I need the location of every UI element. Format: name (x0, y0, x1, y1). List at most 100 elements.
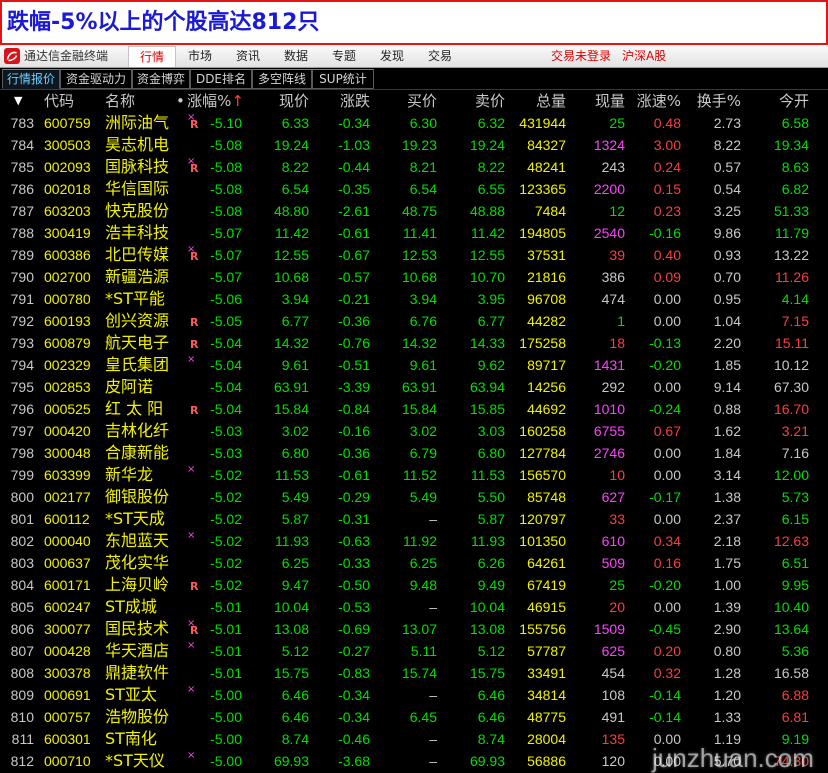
change-percent: -5.08 (210, 203, 242, 219)
stock-code: 600193 (44, 313, 91, 329)
table-row[interactable]: 794 002329 皇氏集团 -5.04 9.61 -0.51 9.61 9.62 89717… (0, 354, 828, 376)
table-row[interactable]: 795 002853 皮阿诺 -5.04 63.91 -3.39 63.91 63.94 142… (0, 376, 828, 398)
row-number: 805 (10, 599, 34, 615)
table-row[interactable]: 805 600247 ST成城 -5.01 10.04 -0.53 – 10.04 46915 2… (0, 596, 828, 618)
table-row[interactable]: 785 002093 国脉科技 -5.08 8.22 -0.44 8.21 8.22 48241… (0, 156, 828, 178)
ask-price: 11.93 (471, 533, 505, 549)
stock-name: 新华龙 (105, 465, 154, 484)
last-price: 6.54 (281, 181, 309, 197)
sort-toggle-icon[interactable]: ▼ (14, 90, 22, 112)
subtab-sup-stats[interactable]: SUP统计 (312, 69, 374, 89)
table-row[interactable]: 806 300077 国民技术 -5.01 13.08 -0.69 13.07 13.08 15… (0, 618, 828, 640)
table-row[interactable]: 792 600193 创兴资源 -5.05 6.77 -0.36 6.76 6.77 44282… (0, 310, 828, 332)
total-volume: 34814 (527, 687, 566, 703)
table-row[interactable]: 791 000780 *ST平能 -5.06 3.94 -0.21 3.94 3.95 9670… (0, 288, 828, 310)
table-row[interactable]: 803 000637 茂化实华 -5.02 6.25 -0.33 6.25 6.26 64261… (0, 552, 828, 574)
row-number: 810 (10, 709, 34, 725)
stock-code: 600879 (44, 335, 91, 351)
column-header-speed[interactable]: 涨速% (626, 90, 681, 112)
open-price: 6.88 (781, 687, 809, 703)
price-change: -3.39 (338, 379, 370, 395)
table-row[interactable]: 810 000757 浩物股份 -5.00 6.46 -0.34 6.45 6.46 48775… (0, 706, 828, 728)
table-row[interactable]: 793 600879 航天电子 -5.04 14.32 -0.76 14.32 14.33 17… (0, 332, 828, 354)
menu-tab-data[interactable]: 数据 (272, 46, 320, 67)
ask-price: 11.42 (471, 225, 505, 241)
table-row[interactable]: 789 600386 北巴传媒 -5.07 12.55 -0.67 12.53 12.55 37… (0, 244, 828, 266)
table-row[interactable]: 801 600112 *ST天成 -5.02 5.87 -0.31 – 5.87 120797 3… (0, 508, 828, 530)
column-header-volume[interactable]: 总量 (508, 90, 566, 112)
turnover-rate: 8.22 (713, 137, 741, 153)
subtab-bull-bear[interactable]: 多空阵线 (252, 69, 312, 89)
table-row[interactable]: 797 000420 吉林化纤 -5.03 3.02 -0.16 3.02 3.03 16025… (0, 420, 828, 442)
menu-tab-trade[interactable]: 交易 (416, 46, 464, 67)
stock-name: 浩物股份 (105, 707, 170, 726)
change-percent: -5.05 (210, 313, 242, 329)
table-row[interactable]: 808 300378 鼎捷软件 -5.01 15.75 -0.83 15.74 15.75 33… (0, 662, 828, 684)
change-speed: -0.17 (649, 489, 681, 505)
change-percent: -5.08 (210, 181, 242, 197)
table-row[interactable]: 786 002018 华信国际 -5.08 6.54 -0.35 6.54 6.55 12336… (0, 178, 828, 200)
subtab-quote-list[interactable]: 行情报价 (2, 69, 60, 89)
table-row[interactable]: 800 002177 御银股份 -5.02 5.49 -0.29 5.49 5.50 85748… (0, 486, 828, 508)
table-row[interactable]: 788 300419 浩丰科技 -5.07 11.42 -0.61 11.41 11.42 19… (0, 222, 828, 244)
trade-login-status[interactable]: 交易未登录 (551, 45, 611, 67)
total-volume: 194805 (519, 225, 566, 241)
column-header-price[interactable]: 现价 (250, 90, 309, 112)
price-change: -0.57 (338, 269, 370, 285)
column-header-code[interactable]: 代码 (44, 90, 102, 112)
table-row[interactable]: 804 600171 上海贝岭 -5.02 9.47 -0.50 9.48 9.49 67419… (0, 574, 828, 596)
menu-tab-market[interactable]: 市场 (176, 46, 224, 67)
menu-tab-topics[interactable]: 专题 (320, 46, 368, 67)
table-row[interactable]: 787 603203 快克股份 -5.08 48.80 -2.61 48.75 48.88 74… (0, 200, 828, 222)
last-price: 8.74 (281, 731, 309, 747)
stock-name: 浩丰科技 (105, 223, 170, 242)
change-percent: -5.00 (210, 709, 242, 725)
market-selector[interactable]: 沪深A股 (622, 45, 666, 67)
subtab-dde-rank[interactable]: DDE排名 (190, 69, 252, 89)
open-price: 5.73 (781, 489, 809, 505)
margin-trading-flag: R (190, 118, 199, 131)
table-row[interactable]: 798 300048 合康新能 -5.03 6.80 -0.36 6.79 6.80 12778… (0, 442, 828, 464)
total-volume: 85748 (527, 489, 566, 505)
subtab-capital-game[interactable]: 资金博弈 (132, 69, 190, 89)
table-row[interactable]: 796 000525 红 太 阳 -5.04 15.84 -0.84 15.84 15.85 4… (0, 398, 828, 420)
column-header-name[interactable]: 名称 (105, 90, 181, 112)
column-header-current-volume[interactable]: 现量 (570, 90, 625, 112)
menu-tab-discover[interactable]: 发现 (368, 46, 416, 67)
open-price: 67.30 (773, 379, 809, 395)
column-header-turnover[interactable]: 换手% (686, 90, 741, 112)
turnover-rate: 1.85 (713, 357, 741, 373)
table-row[interactable]: 790 002700 新疆浩源 -5.07 10.68 -0.57 10.68 10.70 21… (0, 266, 828, 288)
table-row[interactable]: 809 000691 ST亚太 -5.00 6.46 -0.34 – 6.46 34814 108… (0, 684, 828, 706)
stock-code: 002853 (44, 379, 91, 395)
open-price: 8.63 (781, 159, 809, 175)
current-volume: 33 (609, 511, 625, 527)
current-volume: 454 (601, 665, 625, 681)
current-volume: 386 (601, 269, 625, 285)
price-change: -0.69 (338, 621, 370, 637)
table-row[interactable]: 799 603399 新华龙 -5.02 11.53 -0.61 11.52 11.53 156… (0, 464, 828, 486)
bid-price: 9.61 (409, 357, 437, 373)
row-number: 801 (10, 511, 34, 527)
change-percent: -5.04 (210, 357, 242, 373)
subtab-capital-drive[interactable]: 资金驱动力 (60, 69, 132, 89)
turnover-rate: 0.80 (713, 643, 741, 659)
table-row[interactable]: 802 000040 东旭蓝天 -5.02 11.93 -0.63 11.92 11.93 10… (0, 530, 828, 552)
table-row[interactable]: 807 000428 华天酒店 -5.01 5.12 -0.27 5.11 5.12 57787… (0, 640, 828, 662)
column-header-ask[interactable]: 卖价 (444, 90, 505, 112)
column-header-change-percent[interactable]: 涨幅%↑ (186, 90, 244, 112)
menu-tab-news[interactable]: 资讯 (224, 46, 272, 67)
stock-code: 000420 (44, 423, 91, 439)
column-header-change[interactable]: 涨跌 (314, 90, 370, 112)
ask-price: 6.32 (477, 115, 505, 131)
column-header-bid[interactable]: 买价 (378, 90, 437, 112)
row-number: 807 (10, 643, 34, 659)
table-row[interactable]: 784 300503 昊志机电 -5.08 19.24 -1.03 19.23 19.24 84… (0, 134, 828, 156)
stock-name: 航天电子 (105, 333, 170, 352)
current-volume: 2746 (593, 445, 625, 461)
menu-tab-quotes[interactable]: 行情 (128, 46, 176, 67)
column-header-open[interactable]: 今开 (748, 90, 809, 112)
table-row[interactable]: 783 600759 洲际油气 -5.10 6.33 -0.34 6.30 6.32 43194… (0, 112, 828, 134)
margin-trading-flag: R (190, 316, 199, 329)
price-change: -0.53 (338, 599, 370, 615)
